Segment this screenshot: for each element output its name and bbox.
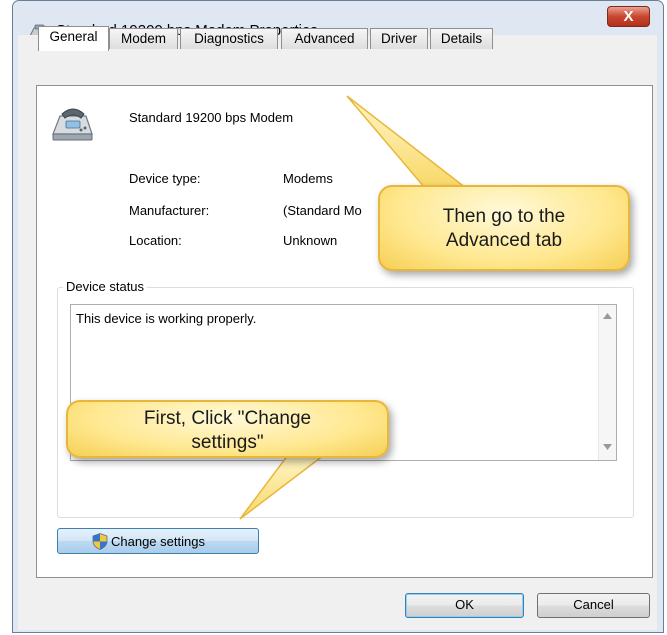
manufacturer-label: Manufacturer: (129, 203, 210, 218)
tab-driver[interactable]: Driver (370, 28, 428, 49)
tab-modem[interactable]: Modem (109, 28, 178, 49)
close-button[interactable]: X (607, 6, 650, 27)
change-settings-callout-line-1: First, Click "Change (143, 408, 312, 429)
close-icon: X (623, 8, 634, 25)
modem-telephone-icon (52, 108, 93, 141)
advanced-tab-callout: Then go to the Advanced tab (378, 185, 630, 271)
location-label: Location: (129, 233, 182, 248)
tab-advanced[interactable]: Advanced (281, 28, 368, 49)
device-type-value: Modems (283, 171, 333, 186)
scroll-down-icon[interactable] (603, 444, 612, 450)
tab-general[interactable]: General (38, 26, 109, 51)
device-status-label: Device status (63, 279, 148, 294)
scroll-up-icon[interactable] (603, 313, 612, 319)
uac-shield-icon (92, 533, 108, 550)
location-value: Unknown (283, 233, 338, 248)
status-scrollbar[interactable] (598, 305, 616, 460)
advanced-callout-line-1: Then go to the (442, 206, 566, 227)
advanced-callout-line-2: Advanced tab (445, 230, 563, 251)
change-settings-callout: First, Click "Change settings" (66, 400, 389, 458)
tab-diagnostics[interactable]: Diagnostics (180, 28, 278, 49)
ok-button[interactable]: OK (405, 593, 524, 618)
manufacturer-value: (Standard Mo (283, 203, 362, 218)
device-status-text: This device is working properly. (76, 311, 257, 326)
change-settings-callout-line-2: settings" (191, 432, 264, 453)
device-name: Standard 19200 bps Modem (129, 110, 294, 125)
change-settings-button[interactable]: Change settings (57, 528, 259, 554)
cancel-button[interactable]: Cancel (537, 593, 650, 618)
change-settings-label: Change settings (111, 534, 205, 549)
device-type-label: Device type: (129, 171, 201, 186)
tab-details[interactable]: Details (430, 28, 493, 49)
